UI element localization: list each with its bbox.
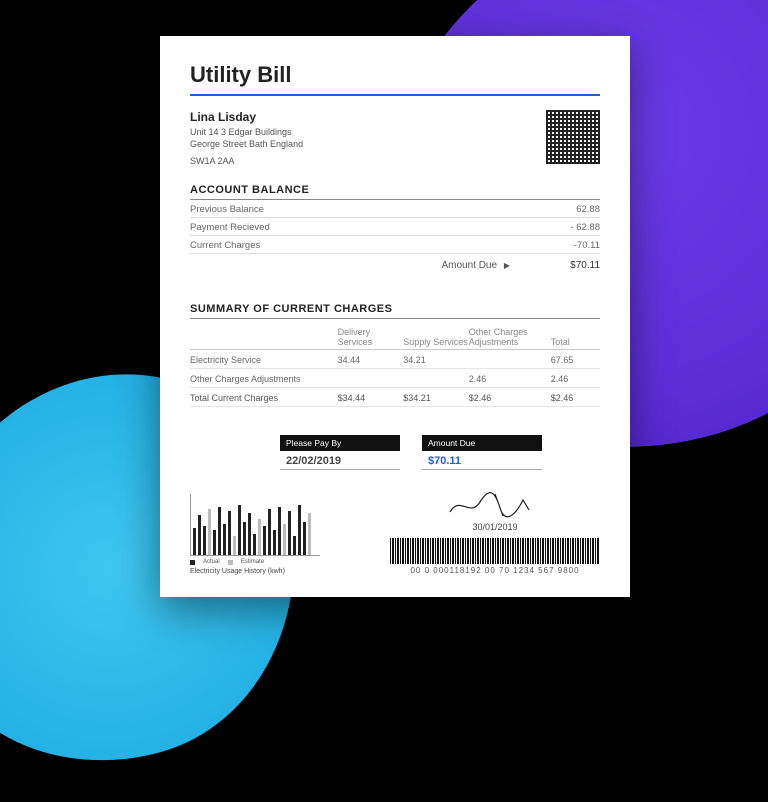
balance-row: Payment Recieved - 62.88 bbox=[190, 218, 600, 236]
col-header: Delivery Services bbox=[338, 323, 404, 350]
balance-label: Current Charges bbox=[190, 240, 260, 251]
chart-bar bbox=[228, 511, 231, 555]
customer-postcode: SW1A 2AA bbox=[190, 156, 303, 166]
summary-heading: SUMMARY OF CURRENT CHARGES bbox=[190, 301, 600, 319]
balance-label: Payment Recieved bbox=[190, 222, 270, 233]
amount-due-label: Amount Due ▶ bbox=[441, 260, 510, 271]
col-header: Other Charges Adjustments bbox=[469, 323, 551, 350]
summary-table: Delivery Services Supply Services Other … bbox=[190, 323, 600, 407]
chart-bar bbox=[273, 530, 276, 555]
cell: $2.46 bbox=[551, 388, 600, 407]
chart-bar bbox=[193, 528, 196, 555]
pay-by-label: Please Pay By bbox=[280, 435, 400, 451]
table-row: Electricity Service 34.44 34.21 67.65 bbox=[190, 350, 600, 369]
chart-bar bbox=[278, 507, 281, 555]
row-label: Total Current Charges bbox=[190, 388, 338, 407]
amount-due-row: Amount Due ▶ $70.11 bbox=[190, 254, 600, 277]
table-total-row: Total Current Charges $34.44 $34.21 $2.4… bbox=[190, 388, 600, 407]
balance-row: Previous Balance 62.88 bbox=[190, 200, 600, 218]
cell: $34.44 bbox=[338, 388, 404, 407]
chart-bar bbox=[298, 505, 301, 555]
legend-swatch-actual bbox=[190, 560, 195, 565]
header-row: Lina Lisday Unit 14 3 Edgar Buildings Ge… bbox=[190, 110, 600, 166]
chart-bar bbox=[223, 524, 226, 555]
customer-block: Lina Lisday Unit 14 3 Edgar Buildings Ge… bbox=[190, 110, 303, 166]
chart-bar bbox=[288, 511, 291, 555]
cell: 34.21 bbox=[403, 350, 469, 369]
barcode-icon bbox=[390, 538, 600, 564]
amount-due-value: $70.11 bbox=[550, 260, 600, 271]
chart-bar bbox=[243, 522, 246, 555]
qr-code-icon bbox=[546, 110, 600, 164]
balance-label: Previous Balance bbox=[190, 204, 264, 215]
cell: $2.46 bbox=[469, 388, 551, 407]
chart-bar bbox=[248, 513, 251, 556]
chart-bar bbox=[263, 526, 266, 555]
cell: 34.44 bbox=[338, 350, 404, 369]
legend-label: Estimate bbox=[241, 559, 264, 565]
pay-by-box: Please Pay By 22/02/2019 bbox=[280, 435, 400, 470]
cell bbox=[338, 369, 404, 388]
balance-row: Current Charges -70.11 bbox=[190, 236, 600, 254]
signature-date: 30/01/2019 bbox=[390, 522, 600, 532]
triangle-right-icon: ▶ bbox=[504, 261, 510, 270]
chart-bar bbox=[233, 536, 236, 555]
account-balance-heading: ACCOUNT BALANCE bbox=[190, 182, 600, 200]
usage-chart-block: Actual Estimate Electricity Usage Histor… bbox=[190, 494, 330, 575]
chart-legend: Actual Estimate bbox=[190, 559, 330, 565]
usage-bar-chart bbox=[190, 494, 320, 556]
summary-header-row: Delivery Services Supply Services Other … bbox=[190, 323, 600, 350]
chart-title: Electricity Usage History (kwh) bbox=[190, 568, 330, 575]
cell: 67.65 bbox=[551, 350, 600, 369]
chart-bar bbox=[268, 509, 271, 555]
legend-label: Actual bbox=[203, 559, 220, 565]
cell: 2.46 bbox=[551, 369, 600, 388]
row-label: Other Charges Adjustments bbox=[190, 369, 338, 388]
customer-address-line1: Unit 14 3 Edgar Buildings bbox=[190, 126, 303, 138]
cell: 2.46 bbox=[469, 369, 551, 388]
chart-bar bbox=[253, 534, 256, 555]
amount-due-box-label: Amount Due bbox=[422, 435, 542, 451]
amount-due-box-value: $70.11 bbox=[422, 451, 542, 470]
chart-bar bbox=[198, 515, 201, 556]
signature-icon bbox=[445, 490, 545, 520]
col-header: Supply Services bbox=[403, 323, 469, 350]
balance-value: -70.11 bbox=[574, 240, 600, 251]
chart-bar bbox=[213, 530, 216, 555]
balance-value: - 62.88 bbox=[570, 222, 600, 233]
customer-name: Lina Lisday bbox=[190, 110, 303, 124]
pay-boxes: Please Pay By 22/02/2019 Amount Due $70.… bbox=[280, 435, 600, 470]
table-row: Other Charges Adjustments 2.46 2.46 bbox=[190, 369, 600, 388]
chart-bar bbox=[208, 509, 211, 555]
chart-bar bbox=[203, 526, 206, 555]
legend-swatch-estimate bbox=[228, 560, 233, 565]
cell bbox=[403, 369, 469, 388]
signature-block: 30/01/2019 00 0 000118192 00 70 1234 567… bbox=[390, 490, 600, 575]
col-header: Total bbox=[551, 323, 600, 350]
barcode-number: 00 0 000118192 00 70 1234 567 9800 bbox=[390, 566, 600, 575]
chart-bar bbox=[308, 513, 311, 556]
document-title: Utility Bill bbox=[190, 62, 600, 96]
row-label: Electricity Service bbox=[190, 350, 338, 369]
customer-address-line2: George Street Bath England bbox=[190, 138, 303, 150]
amount-due-box: Amount Due $70.11 bbox=[422, 435, 542, 470]
chart-bar bbox=[303, 522, 306, 555]
chart-bar bbox=[218, 507, 221, 555]
balance-value: 62.88 bbox=[576, 204, 600, 215]
footer-row: Actual Estimate Electricity Usage Histor… bbox=[190, 490, 600, 575]
chart-bar bbox=[293, 536, 296, 555]
chart-bar bbox=[258, 519, 261, 556]
chart-bar bbox=[238, 505, 241, 555]
utility-bill-document: Utility Bill Lina Lisday Unit 14 3 Edgar… bbox=[160, 36, 630, 597]
cell bbox=[469, 350, 551, 369]
cell: $34.21 bbox=[403, 388, 469, 407]
pay-by-value: 22/02/2019 bbox=[280, 451, 400, 470]
chart-bar bbox=[283, 524, 286, 555]
